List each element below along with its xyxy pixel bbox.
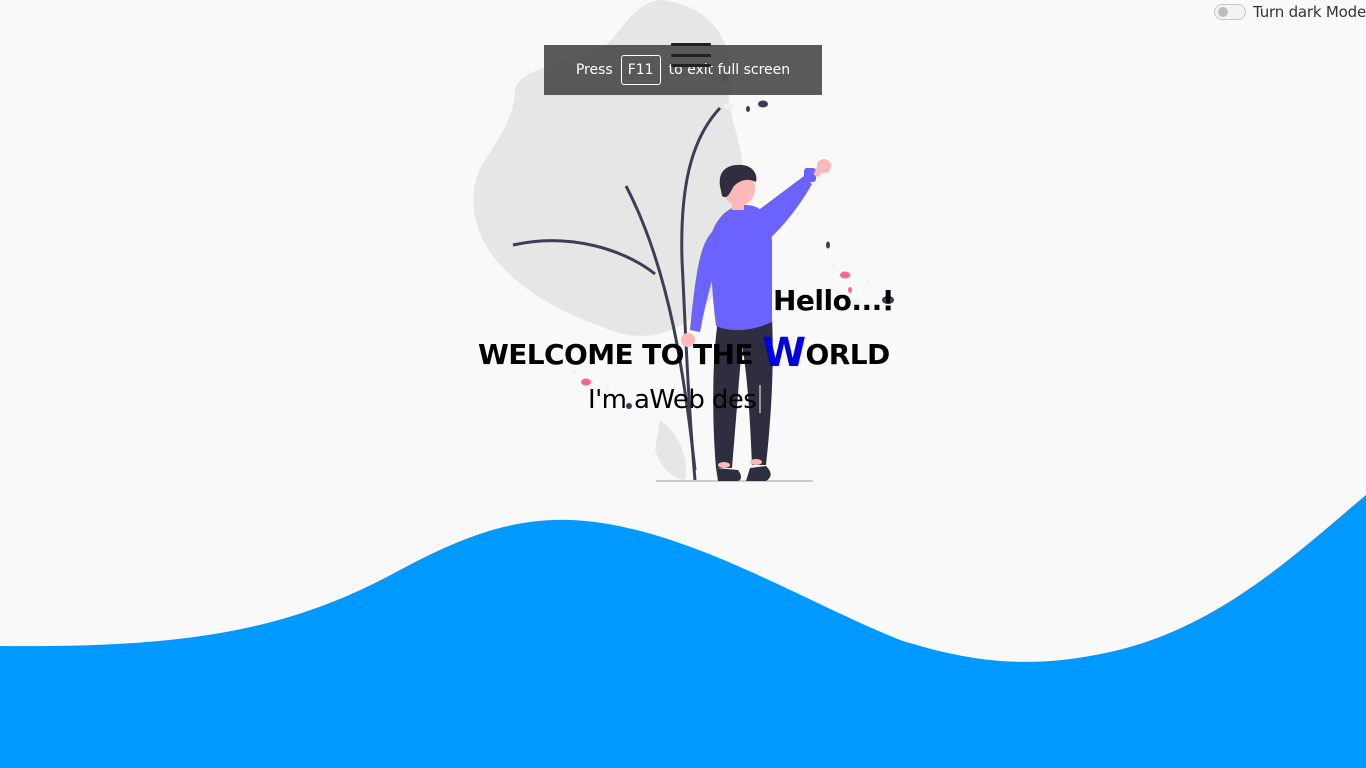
typed-role-line: I'm aWeb des — [588, 385, 762, 415]
dark-mode-toggle[interactable]: Turn dark Mode — [1214, 3, 1366, 21]
welcome-prefix: WELCOME TO THE — [478, 338, 763, 371]
welcome-suffix: ORLD — [805, 338, 891, 371]
dark-mode-switch[interactable] — [1214, 4, 1247, 20]
dark-mode-label: Turn dark Mode — [1253, 3, 1366, 21]
page: Press F11 to exit full screen Turn dark … — [0, 0, 1366, 768]
menu-bar-middle — [671, 53, 711, 57]
typed-role-text: Web des — [649, 385, 757, 415]
f11-key-badge: F11 — [620, 55, 661, 85]
typing-cursor — [759, 385, 762, 413]
fullscreen-notice-prefix: Press — [575, 62, 613, 78]
greeting-heading: Hello...! — [773, 284, 895, 317]
welcome-highlight-letter: W — [762, 330, 806, 376]
menu-bar-top — [671, 43, 711, 46]
hamburger-menu-icon[interactable] — [671, 43, 711, 67]
wave-background — [0, 495, 1366, 768]
dark-mode-switch-knob — [1218, 7, 1229, 17]
typed-prefix: I'm a — [588, 385, 650, 415]
welcome-heading: WELCOME TO THE WORLD — [478, 330, 891, 376]
menu-bar-bottom — [671, 64, 711, 67]
